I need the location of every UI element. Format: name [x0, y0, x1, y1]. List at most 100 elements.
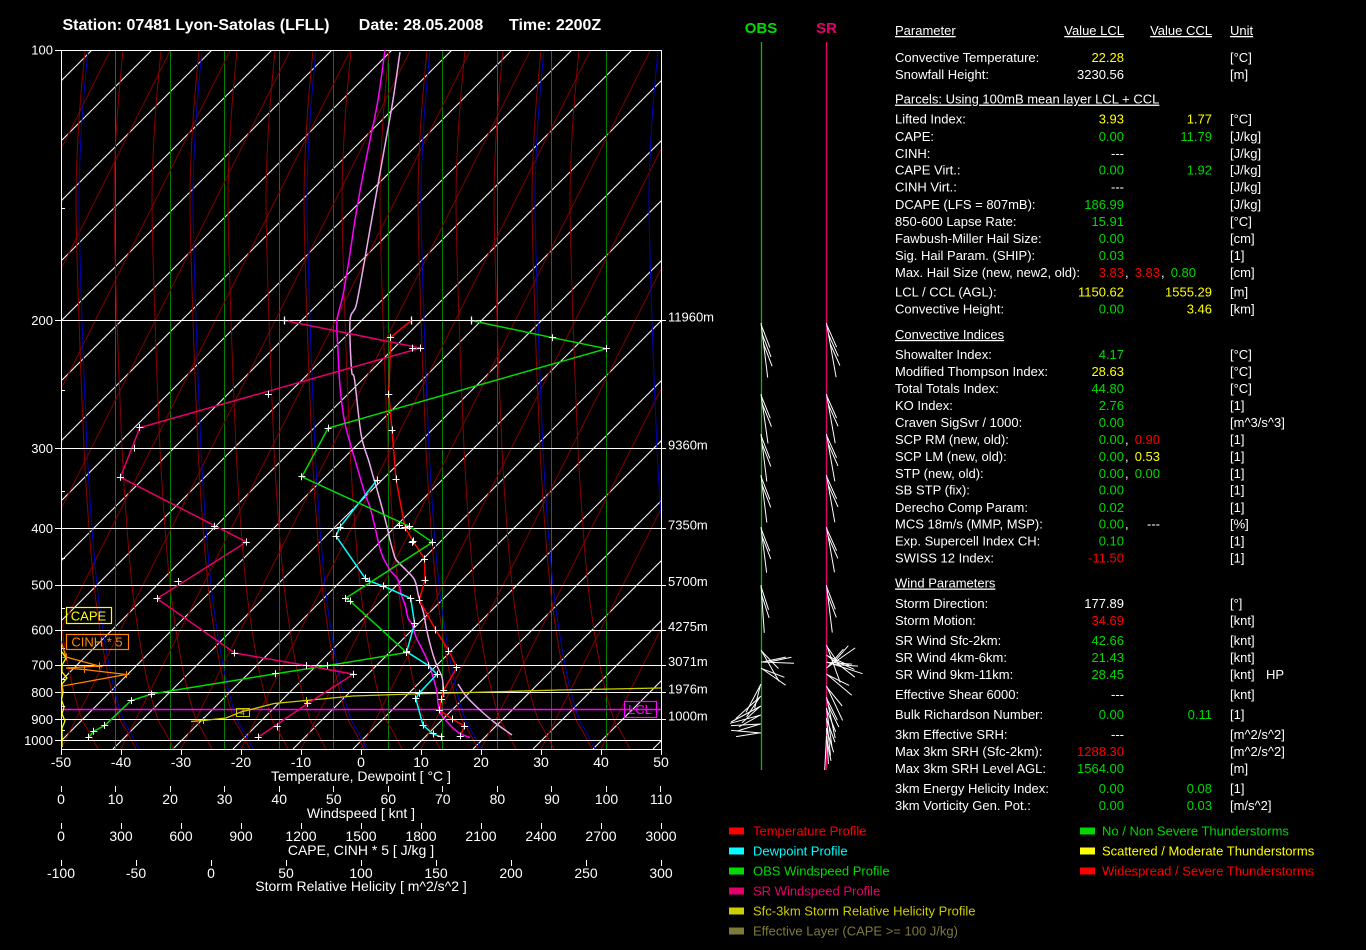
svg-text:0.00: 0.00 [1099, 302, 1124, 317]
svg-text:Wind Parameters: Wind Parameters [895, 576, 996, 591]
svg-text:3.83: 3.83 [1135, 265, 1160, 280]
svg-text:Bulk Richardson Number:: Bulk Richardson Number: [895, 707, 1043, 722]
svg-text:400: 400 [31, 521, 53, 536]
svg-text:Fawbush-Miller Hail Size:: Fawbush-Miller Hail Size: [895, 231, 1042, 246]
svg-text:0.00: 0.00 [1099, 163, 1124, 178]
svg-text:-11.50: -11.50 [1088, 551, 1124, 566]
svg-text:0.08: 0.08 [1187, 781, 1212, 796]
svg-text:[knt]: [knt] [1230, 667, 1255, 682]
svg-text:[knt]: [knt] [1230, 687, 1255, 702]
svg-text:28.63: 28.63 [1091, 364, 1124, 379]
svg-text:[cm]: [cm] [1230, 265, 1255, 280]
svg-text:1976m: 1976m [668, 682, 708, 697]
svg-text:0.00: 0.00 [1099, 466, 1124, 481]
svg-text:22.28: 22.28 [1091, 50, 1124, 65]
svg-text:11960m: 11960m [668, 310, 714, 325]
svg-text:-100: -100 [47, 865, 75, 881]
svg-text:MCS 18m/s (MMP, MSP):: MCS 18m/s (MMP, MSP): [895, 517, 1043, 532]
svg-text:Showalter Index:: Showalter Index: [895, 347, 992, 362]
svg-text:Storm Relative Helicity [ m^2: Storm Relative Helicity [ m^2/s^2 ] [255, 878, 467, 894]
svg-text:0.80: 0.80 [1171, 265, 1196, 280]
svg-text:3071m: 3071m [668, 654, 708, 669]
svg-text:,: , [1125, 432, 1129, 447]
svg-text:0.53: 0.53 [1135, 449, 1160, 464]
svg-text:-40: -40 [111, 754, 131, 770]
svg-text:DCAPE (LFS = 807mB):: DCAPE (LFS = 807mB): [895, 197, 1036, 212]
svg-text:Date: 28.05.2008: Date: 28.05.2008 [359, 17, 484, 34]
svg-text:2400: 2400 [525, 828, 556, 844]
svg-text:3230.56: 3230.56 [1077, 67, 1124, 82]
svg-text:[J/kg]: [J/kg] [1230, 180, 1261, 195]
svg-text:0.00: 0.00 [1099, 415, 1124, 430]
svg-text:40: 40 [593, 754, 609, 770]
svg-text:CAPE, CINH * 5 [ J/kg ]: CAPE, CINH * 5 [ J/kg ] [288, 842, 434, 858]
svg-text:80: 80 [490, 791, 506, 807]
svg-text:4: 4 [240, 709, 245, 718]
svg-text:Derecho Comp Param:: Derecho Comp Param: [895, 500, 1028, 515]
svg-text:[1]: [1] [1230, 707, 1244, 722]
svg-text:3.46: 3.46 [1187, 302, 1212, 317]
svg-text:0: 0 [57, 828, 65, 844]
svg-text:[1]: [1] [1230, 248, 1244, 263]
svg-text:[1]: [1] [1230, 466, 1244, 481]
svg-text:[°C]: [°C] [1230, 347, 1252, 362]
svg-text:Craven SigSvr / 1000:: Craven SigSvr / 1000: [895, 415, 1022, 430]
svg-text:LCL: LCL [628, 702, 652, 717]
svg-text:[%]: [%] [1230, 517, 1249, 532]
svg-text:SCP LM (new, old):: SCP LM (new, old): [895, 449, 1007, 464]
svg-text:700: 700 [31, 658, 53, 673]
svg-text:SWISS 12 Index:: SWISS 12 Index: [895, 551, 994, 566]
svg-text:30: 30 [533, 754, 549, 770]
svg-text:20: 20 [473, 754, 489, 770]
svg-text:SB STP (fix):: SB STP (fix): [895, 483, 970, 498]
svg-text:21.43: 21.43 [1091, 650, 1124, 665]
svg-text:Value LCL: Value LCL [1064, 23, 1124, 38]
svg-text:Temperature Profile: Temperature Profile [753, 824, 866, 839]
svg-text:Time: 2200Z: Time: 2200Z [509, 17, 601, 34]
svg-text:---: --- [1147, 517, 1160, 532]
svg-text:[m]: [m] [1230, 761, 1248, 776]
svg-text:[J/kg]: [J/kg] [1230, 129, 1261, 144]
svg-text:3000: 3000 [645, 828, 676, 844]
svg-text:10: 10 [108, 791, 124, 807]
svg-text:CAPE:: CAPE: [895, 129, 934, 144]
svg-text:200: 200 [31, 313, 53, 328]
svg-text:200: 200 [499, 865, 523, 881]
svg-text:[1]: [1] [1230, 534, 1244, 549]
svg-text:SR: SR [816, 20, 837, 37]
svg-text:Total Totals Index:: Total Totals Index: [895, 381, 999, 396]
svg-text:Dewpoint Profile: Dewpoint Profile [753, 844, 848, 859]
svg-text:11.79: 11.79 [1180, 129, 1212, 144]
svg-text:[°C]: [°C] [1230, 381, 1252, 396]
svg-text:[m]: [m] [1230, 67, 1248, 82]
svg-text:-30: -30 [171, 754, 191, 770]
svg-text:Exp. Supercell Index CH:: Exp. Supercell Index CH: [895, 534, 1040, 549]
svg-text:300: 300 [109, 828, 133, 844]
svg-text:Storm Motion:: Storm Motion: [895, 613, 976, 628]
svg-text:100: 100 [595, 791, 619, 807]
svg-text:Widespread / Severe Thundersto: Widespread / Severe Thunderstorms [1102, 864, 1315, 879]
svg-text:9360m: 9360m [668, 438, 708, 453]
svg-text:[knt]: [knt] [1230, 613, 1255, 628]
svg-text:0.11: 0.11 [1188, 707, 1212, 722]
svg-text:[°C]: [°C] [1230, 112, 1252, 127]
svg-text:0.00: 0.00 [1099, 798, 1124, 813]
svg-text:CINH Virt.:: CINH Virt.: [895, 180, 957, 195]
svg-text:---: --- [1111, 687, 1124, 702]
svg-text:44.80: 44.80 [1091, 381, 1124, 396]
svg-text:30: 30 [217, 791, 233, 807]
svg-text:600: 600 [31, 623, 53, 638]
svg-text:---: --- [1111, 180, 1124, 195]
svg-text:Station: 07481 Lyon-Satolas (L: Station: 07481 Lyon-Satolas (LFLL) [63, 17, 330, 34]
svg-text:0.00: 0.00 [1099, 781, 1124, 796]
svg-text:3km Vorticity Gen. Pot.:: 3km Vorticity Gen. Pot.: [895, 798, 1031, 813]
svg-text:800: 800 [31, 685, 53, 700]
svg-text:2100: 2100 [465, 828, 496, 844]
svg-text:Convective Height:: Convective Height: [895, 302, 1004, 317]
svg-text:0.00: 0.00 [1099, 707, 1124, 722]
svg-text:Storm Direction:: Storm Direction: [895, 596, 988, 611]
svg-text:0.00: 0.00 [1099, 483, 1124, 498]
svg-text:0.00: 0.00 [1099, 517, 1124, 532]
svg-text:[1]: [1] [1230, 449, 1244, 464]
svg-text:15.91: 15.91 [1091, 214, 1124, 229]
